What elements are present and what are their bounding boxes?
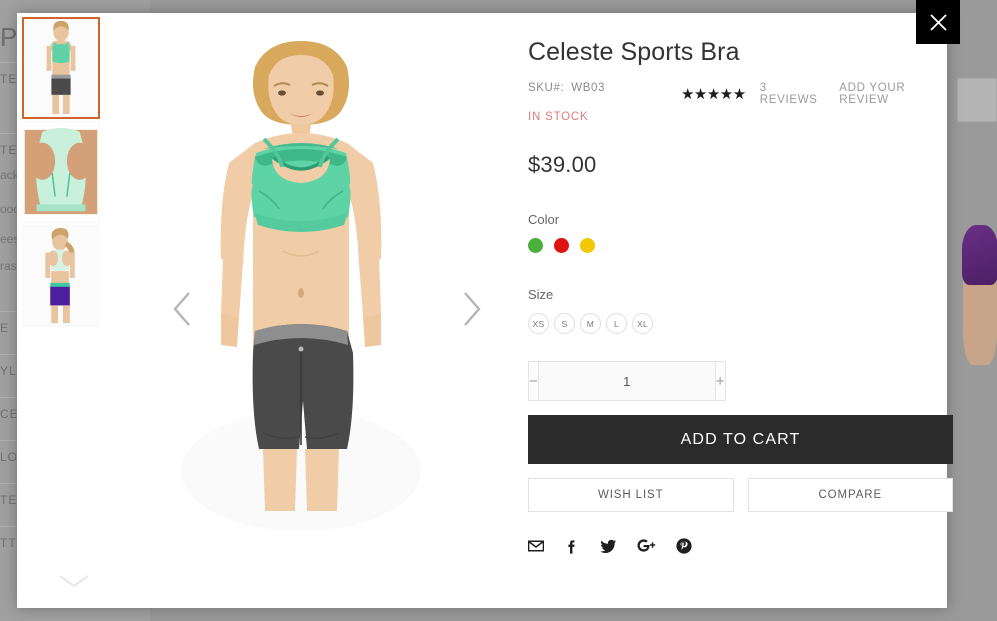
rating-group: ★★★★★ 3 REVIEWS ADD YOUR REVIEW: [681, 81, 953, 106]
size-swatch-m[interactable]: M: [580, 313, 601, 334]
previous-image-button[interactable]: [162, 281, 202, 341]
quantity-increase-button[interactable]: +: [715, 361, 726, 401]
product-price: $39.00: [528, 152, 597, 177]
facebook-icon[interactable]: [564, 538, 580, 554]
google-plus-icon[interactable]: [637, 538, 656, 554]
size-swatch-s[interactable]: S: [554, 313, 575, 334]
add-to-cart-button[interactable]: ADD TO CART: [528, 415, 953, 464]
color-swatch-row: [528, 238, 953, 253]
size-swatch-xl[interactable]: XL: [632, 313, 653, 334]
thumbnail-item[interactable]: [22, 121, 100, 223]
product-quick-view-modal: Celeste Sports Bra SKU#: WB03 ★★★★★ 3 REV…: [17, 0, 960, 608]
email-icon[interactable]: [528, 538, 544, 554]
color-option-label: Color: [528, 212, 560, 227]
thumbnail-item[interactable]: [22, 225, 100, 327]
size-swatch-xs[interactable]: XS: [528, 313, 549, 334]
product-gallery: [17, 13, 495, 608]
thumbnail-image: [23, 122, 99, 222]
compare-button[interactable]: COMPARE: [747, 478, 953, 512]
stock-status-badge: IN STOCK: [528, 111, 589, 123]
chevron-right-icon: [461, 290, 483, 331]
product-info-panel: Celeste Sports Bra SKU#: WB03 ★★★★★ 3 REV…: [495, 13, 983, 608]
wish-list-button[interactable]: WISH LIST: [528, 478, 734, 512]
reviews-count-link[interactable]: 3 REVIEWS: [760, 82, 826, 106]
pinterest-icon[interactable]: [676, 538, 692, 554]
color-option-block: Color: [528, 212, 953, 253]
chevron-left-icon: [171, 290, 193, 331]
quantity-stepper: − +: [528, 361, 726, 401]
product-sku: SKU#: WB03: [528, 81, 605, 94]
close-icon: [929, 13, 948, 32]
twitter-icon[interactable]: [600, 538, 617, 554]
thumbnail-item[interactable]: [22, 17, 100, 119]
size-option-label: Size: [528, 287, 554, 302]
thumbnail-image: [24, 19, 98, 117]
scroll-down-indicator[interactable]: [57, 573, 91, 594]
next-image-button[interactable]: [452, 281, 492, 341]
backdrop-category-item[interactable]: ras: [0, 259, 17, 273]
product-meta-row: SKU#: WB03 ★★★★★ 3 REVIEWS ADD YOUR REVIE…: [528, 81, 953, 106]
thumbnail-list: [22, 17, 102, 329]
rating-stars: ★★★★★: [680, 85, 746, 103]
size-swatch-l[interactable]: L: [606, 313, 627, 334]
social-share-row: [528, 538, 953, 554]
chevron-down-icon: [57, 575, 91, 593]
quantity-input[interactable]: [537, 361, 716, 401]
thumbnail-image: [23, 226, 99, 326]
color-swatch-green[interactable]: [528, 238, 543, 253]
color-swatch-red[interactable]: [554, 238, 569, 253]
size-option-block: Size XS S M L XL: [528, 287, 953, 334]
color-swatch-yellow[interactable]: [580, 238, 595, 253]
size-swatch-row: XS S M L XL: [528, 313, 953, 334]
sku-label: SKU#:: [528, 82, 565, 94]
secondary-actions-row: WISH LIST COMPARE: [528, 478, 953, 512]
sku-value: WB03: [571, 82, 605, 94]
close-modal-button[interactable]: [916, 0, 960, 44]
add-your-review-link[interactable]: ADD YOUR REVIEW: [839, 82, 953, 106]
quantity-decrease-button[interactable]: −: [528, 361, 538, 401]
product-title: Celeste Sports Bra: [528, 38, 740, 66]
